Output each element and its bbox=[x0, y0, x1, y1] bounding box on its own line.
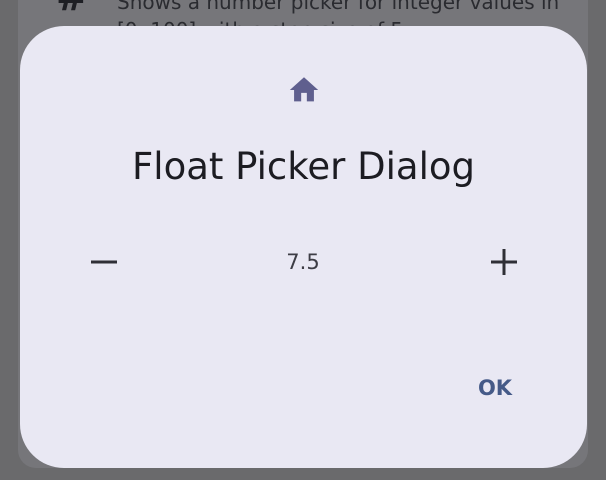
home-icon bbox=[289, 77, 319, 102]
background-description-line1: Shows a number picker for integer values… bbox=[117, 0, 560, 14]
float-picker-dialog: Float Picker Dialog 7.5 OK bbox=[20, 26, 587, 468]
plus-icon[interactable] bbox=[482, 240, 526, 284]
ok-button[interactable]: OK bbox=[466, 366, 524, 410]
hash-icon: # bbox=[56, 0, 88, 16]
float-stepper: 7.5 bbox=[20, 236, 587, 288]
stepper-value: 7.5 bbox=[286, 250, 320, 274]
minus-icon[interactable] bbox=[82, 240, 126, 284]
dialog-title: Float Picker Dialog bbox=[132, 145, 475, 188]
